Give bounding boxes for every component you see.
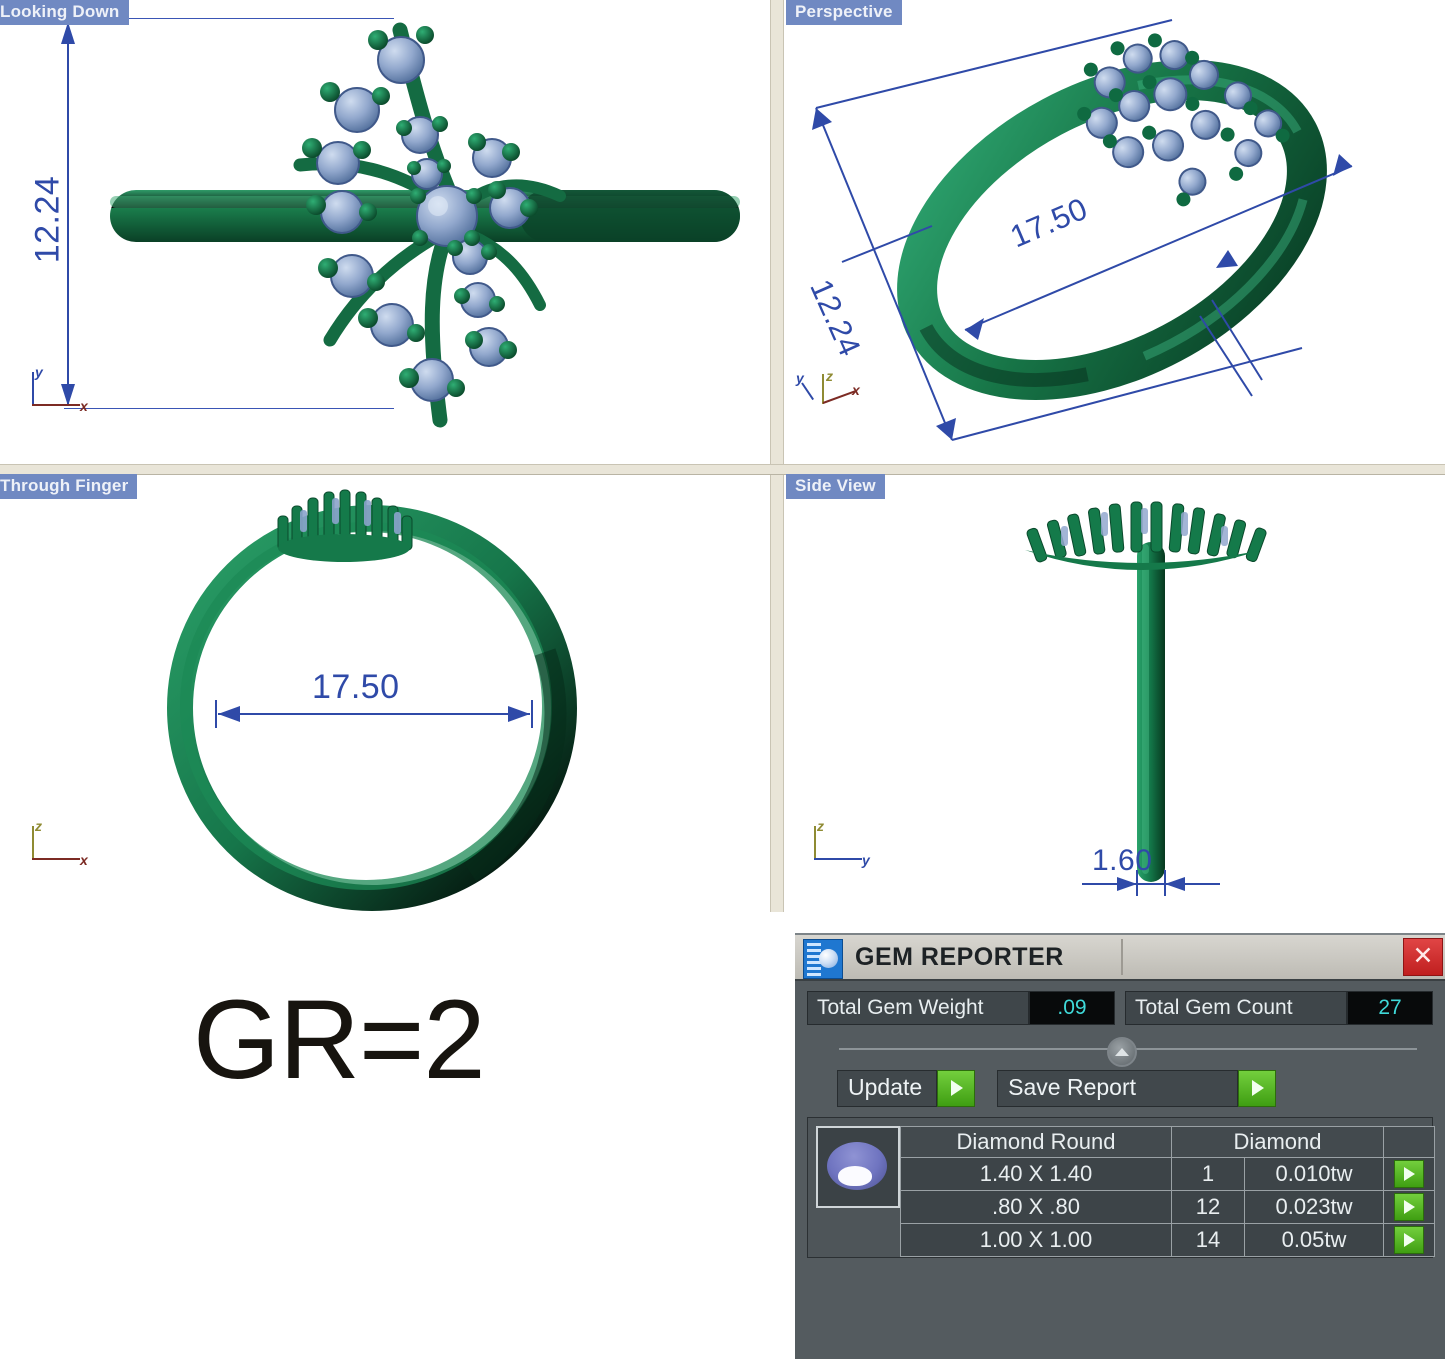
save-report-button[interactable]: Save Report	[997, 1070, 1277, 1107]
row-shape: 1.40 X 1.40	[900, 1157, 1172, 1191]
axis-gizmo-side-view: z y	[804, 818, 874, 872]
table-row[interactable]: 1.00 X 1.00 14 0.05tw	[900, 1223, 1435, 1257]
dimension-value-1-60: 1.60	[1092, 844, 1153, 877]
gem-reporter-titlebar: GEM REPORTER ✕	[795, 935, 1445, 981]
total-gem-weight-field: Total Gem Weight .09	[807, 991, 1115, 1025]
total-gem-count-value: 27	[1347, 991, 1433, 1025]
gem-table-container: Diamond Round Diamond 1.40 X 1.40 1 0.01…	[807, 1117, 1435, 1258]
row-count: 14	[1171, 1223, 1245, 1257]
panel-resize-slider[interactable]	[807, 1034, 1433, 1067]
row-shape: 1.00 X 1.00	[900, 1223, 1172, 1257]
viewport-through-finger[interactable]: Through Finger 17.50 z x	[0, 472, 770, 912]
gem-reporter-title: GEM REPORTER	[855, 943, 1064, 971]
gem-reporter-panel[interactable]: GEM REPORTER ✕ Total Gem Weight .09 Tota…	[795, 933, 1445, 1359]
ring-render-top	[110, 22, 740, 428]
gem-reporter-icon	[803, 939, 843, 979]
row-weight: 0.010tw	[1244, 1157, 1384, 1191]
viewport-divider-vertical	[770, 0, 784, 912]
axis-label-x: x	[852, 382, 860, 398]
save-report-button-label: Save Report	[997, 1070, 1239, 1107]
viewport-label-perspective: Perspective	[786, 0, 902, 25]
close-icon[interactable]: ✕	[1403, 938, 1443, 976]
row-go-arrow-icon[interactable]	[1394, 1226, 1424, 1254]
axis-label-z: z	[35, 818, 42, 834]
total-gem-count-field: Total Gem Count 27	[1125, 991, 1433, 1025]
gem-table: Diamond Round Diamond 1.40 X 1.40 1 0.01…	[900, 1126, 1435, 1257]
row-go-arrow-icon[interactable]	[1394, 1193, 1424, 1221]
total-gem-weight-label: Total Gem Weight	[807, 991, 1029, 1025]
axis-gizmo-through-finger: z x	[22, 818, 92, 872]
axis-gizmo-perspective: y z x	[790, 368, 860, 420]
table-row[interactable]: 1.40 X 1.40 1 0.010tw	[900, 1157, 1435, 1191]
viewport-side-view[interactable]: Side View 1.60 z y	[782, 472, 1445, 912]
table-row[interactable]: .80 X .80 12 0.023tw	[900, 1190, 1435, 1224]
axis-label-z: z	[817, 818, 824, 834]
gem-thumbnail-icon[interactable]	[816, 1126, 900, 1208]
play-arrow-icon[interactable]	[937, 1070, 976, 1107]
total-gem-count-label: Total Gem Count	[1125, 991, 1347, 1025]
gr-annotation-label: GR=2	[193, 977, 486, 1102]
titlebar-divider	[1121, 939, 1123, 975]
header-spacer	[1383, 1126, 1435, 1158]
axis-label-y: y	[862, 852, 870, 868]
row-go-arrow-icon[interactable]	[1394, 1160, 1424, 1188]
axis-label-x: x	[80, 852, 88, 868]
update-button[interactable]: Update	[837, 1070, 976, 1107]
axis-label-y: y	[796, 370, 804, 386]
viewport-label-through-finger: Through Finger	[0, 474, 138, 499]
slider-knob-up-icon[interactable]	[1107, 1037, 1137, 1067]
row-shape: .80 X .80	[900, 1190, 1172, 1224]
ring-render-perspective	[812, 19, 1353, 441]
viewport-divider-horizontal	[0, 464, 1445, 475]
row-weight: 0.05tw	[1244, 1223, 1384, 1257]
viewport-label-looking-down: Looking Down	[0, 0, 129, 25]
dimension-value-17-50-through-finger: 17.50	[312, 668, 400, 706]
header-diamond-round: Diamond Round	[900, 1126, 1172, 1158]
axis-label-z: z	[826, 368, 833, 384]
viewport-perspective[interactable]: Perspective 17.50 12.24 y z x	[782, 0, 1445, 464]
play-arrow-icon[interactable]	[1238, 1070, 1277, 1107]
row-weight: 0.023tw	[1244, 1190, 1384, 1224]
row-count: 1	[1171, 1157, 1245, 1191]
viewport-label-side-view: Side View	[786, 474, 885, 499]
table-header-row: Diamond Round Diamond	[900, 1126, 1435, 1158]
header-diamond: Diamond	[1171, 1126, 1384, 1158]
row-count: 12	[1171, 1190, 1245, 1224]
update-button-label: Update	[837, 1070, 938, 1107]
action-button-row: Update Save Report	[837, 1070, 1433, 1107]
total-gem-weight-value: .09	[1029, 991, 1115, 1025]
viewport-looking-down[interactable]: Looking Down 12.24 y x	[0, 0, 770, 464]
totals-row: Total Gem Weight .09 Total Gem Count 27	[807, 991, 1433, 1025]
